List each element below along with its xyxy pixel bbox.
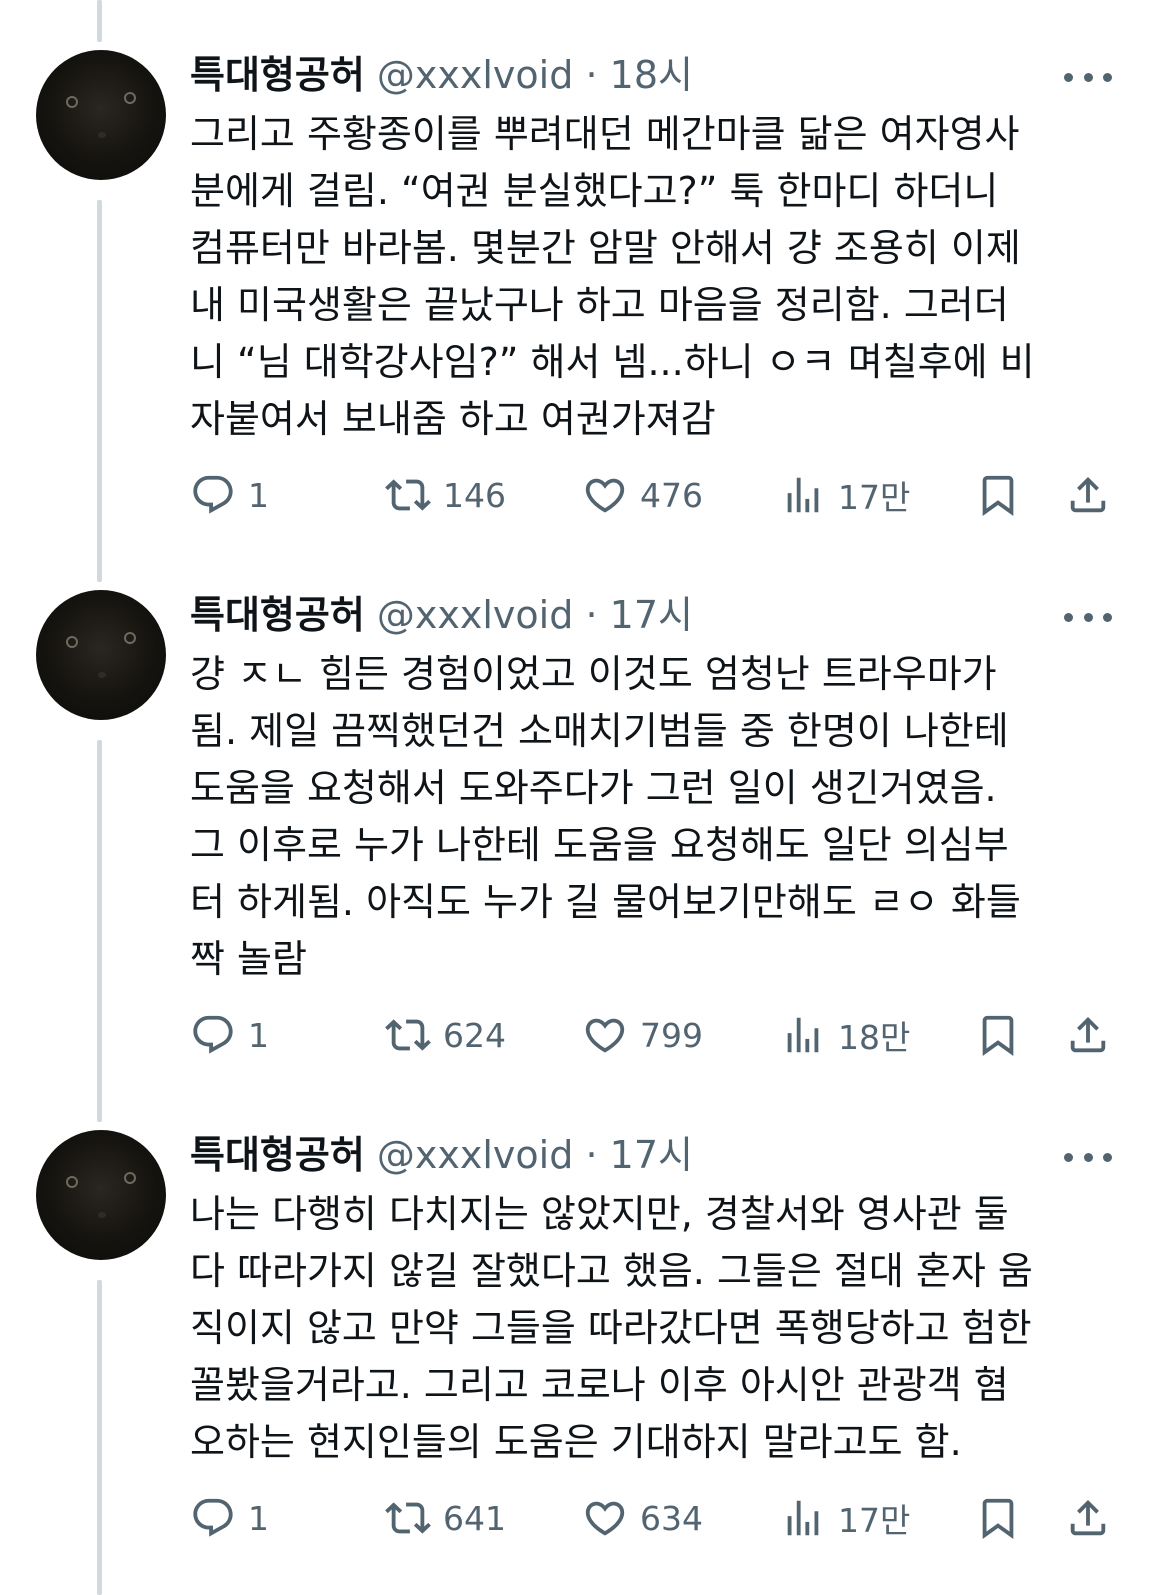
heart-icon (582, 1495, 628, 1541)
avatar-nose (98, 132, 106, 138)
more-icon[interactable] (1064, 1150, 1112, 1164)
retweet-button[interactable]: 641 (385, 1493, 506, 1543)
heart-icon (582, 472, 628, 518)
display-name[interactable]: 특대형공허 (190, 593, 365, 637)
avatar-nose (98, 672, 106, 678)
reply-count: 1 (248, 1015, 269, 1055)
more-icon[interactable] (1064, 610, 1112, 624)
reply-count: 1 (248, 1498, 269, 1538)
separator-dot: · (585, 593, 598, 637)
separator-dot: · (585, 1133, 598, 1177)
share-button[interactable] (1065, 1493, 1111, 1543)
timestamp[interactable]: 18시 (610, 53, 693, 97)
tweet-actions: 1 624 799 18만 (0, 1010, 1170, 1060)
thread-line (97, 740, 102, 1122)
tweet-header: 특대형공허 @xxxlvoid · 17시 (190, 1130, 693, 1180)
avatar-eye (66, 636, 78, 648)
tweet-text: 걍 ㅈㄴ 힘든 경험이었고 이것도 엄청난 트라우마가 됨. 제일 끔찍했던건 … (190, 652, 1021, 981)
retweet-button[interactable]: 146 (385, 470, 506, 520)
share-button[interactable] (1065, 1010, 1111, 1060)
views-count: 17만 (838, 478, 911, 517)
tweet-actions: 1 641 634 17만 (0, 1493, 1170, 1543)
views-icon (780, 1495, 826, 1541)
reply-button[interactable]: 1 (190, 1493, 269, 1543)
tweet-actions: 1 146 476 17만 (0, 470, 1170, 520)
reply-count: 1 (248, 475, 269, 515)
tweet-text: 그리고 주황종이를 뿌려대던 메간마클 닮은 여자영사 분에게 걸림. “여권 … (190, 112, 1035, 441)
bookmark-button[interactable] (975, 1010, 1021, 1060)
reply-button[interactable]: 1 (190, 1010, 269, 1060)
like-count: 799 (640, 1015, 703, 1055)
retweet-icon (385, 1495, 431, 1541)
retweet-icon (385, 1012, 431, 1058)
reply-icon (190, 1012, 236, 1058)
like-count: 634 (640, 1498, 703, 1538)
avatar[interactable] (36, 50, 166, 180)
avatar-eye (124, 632, 136, 644)
views-icon (780, 1012, 826, 1058)
avatar-eye (66, 96, 78, 108)
retweet-count: 624 (443, 1015, 506, 1055)
retweet-count: 146 (443, 475, 506, 515)
views-icon (780, 472, 826, 518)
reply-icon (190, 472, 236, 518)
timestamp[interactable]: 17시 (610, 593, 693, 637)
timestamp[interactable]: 17시 (610, 1133, 693, 1177)
display-name[interactable]: 특대형공허 (190, 53, 365, 97)
thread-line (97, 0, 102, 42)
thread-line (97, 200, 102, 582)
bookmark-button[interactable] (975, 470, 1021, 520)
tweet-text: 나는 다행히 다치지는 않았지만, 경찰서와 영사관 둘 다 따라가지 않길 잘… (190, 1192, 1033, 1464)
views-count: 18만 (838, 1018, 911, 1057)
avatar-nose (98, 1212, 106, 1218)
like-button[interactable]: 476 (582, 470, 703, 520)
bookmark-icon (975, 472, 1021, 518)
share-button[interactable] (1065, 470, 1111, 520)
thread-line (97, 1280, 102, 1595)
bookmark-icon (975, 1012, 1021, 1058)
reply-icon (190, 1495, 236, 1541)
share-icon (1065, 1495, 1111, 1541)
avatar[interactable] (36, 1130, 166, 1260)
avatar-eye (124, 1172, 136, 1184)
reply-button[interactable]: 1 (190, 470, 269, 520)
views-count: 17만 (838, 1501, 911, 1540)
avatar[interactable] (36, 590, 166, 720)
display-name[interactable]: 특대형공허 (190, 1133, 365, 1177)
views-button[interactable]: 17만 (780, 470, 910, 520)
retweet-count: 641 (443, 1498, 506, 1538)
retweet-button[interactable]: 624 (385, 1010, 506, 1060)
bookmark-icon (975, 1495, 1021, 1541)
like-count: 476 (640, 475, 703, 515)
heart-icon (582, 1012, 628, 1058)
bookmark-button[interactable] (975, 1493, 1021, 1543)
share-icon (1065, 472, 1111, 518)
views-button[interactable]: 18만 (780, 1010, 910, 1060)
avatar-eye (124, 92, 136, 104)
like-button[interactable]: 799 (582, 1010, 703, 1060)
share-icon (1065, 1012, 1111, 1058)
more-icon[interactable] (1064, 70, 1112, 84)
tweet-header: 특대형공허 @xxxlvoid · 17시 (190, 590, 693, 640)
like-button[interactable]: 634 (582, 1493, 703, 1543)
user-handle[interactable]: @xxxlvoid (377, 1133, 573, 1177)
tweet-header: 특대형공허 @xxxlvoid · 18시 (190, 50, 693, 100)
user-handle[interactable]: @xxxlvoid (377, 593, 573, 637)
separator-dot: · (585, 53, 598, 97)
retweet-icon (385, 472, 431, 518)
views-button[interactable]: 17만 (780, 1493, 910, 1543)
user-handle[interactable]: @xxxlvoid (377, 53, 573, 97)
avatar-eye (66, 1176, 78, 1188)
